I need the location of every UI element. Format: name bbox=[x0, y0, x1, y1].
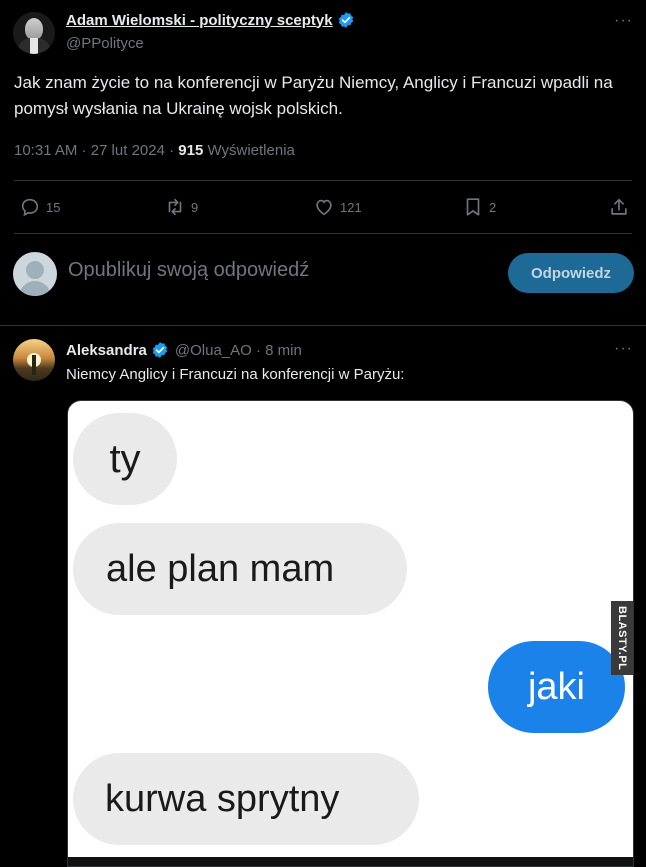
image-bottom-edge bbox=[68, 857, 633, 866]
verified-badge-icon bbox=[152, 342, 167, 358]
watermark: BLASTY.PL bbox=[611, 601, 633, 675]
divider bbox=[14, 233, 632, 234]
author-name[interactable]: Adam Wielomski - polityczny sceptyk bbox=[66, 12, 333, 29]
chat-bubble: ale plan mam bbox=[73, 523, 407, 615]
reply-author-name[interactable]: Aleksandra bbox=[66, 342, 147, 359]
bookmark-action[interactable]: 2 bbox=[462, 196, 496, 218]
views-count: 915 bbox=[178, 142, 204, 159]
reply-author-avatar[interactable] bbox=[13, 339, 55, 381]
author-avatar[interactable] bbox=[13, 12, 55, 54]
more-options-icon[interactable]: ··· bbox=[614, 340, 633, 358]
divider bbox=[0, 325, 646, 326]
chat-bubble: kurwa sprytny bbox=[73, 753, 419, 845]
tweet-timestamp[interactable]: 10:31 AM · 27 lut 2024 · bbox=[14, 142, 178, 159]
author-name-row: Adam Wielomski - polityczny sceptyk bbox=[66, 11, 355, 29]
reply-action[interactable]: 15 bbox=[19, 196, 60, 218]
share-action[interactable] bbox=[608, 196, 635, 218]
like-count: 121 bbox=[340, 199, 362, 215]
chat-bubble: jaki bbox=[488, 641, 625, 733]
views-label: Wyświetlenia bbox=[203, 142, 295, 159]
reply-text: Niemcy Anglicy i Francuzi na konferencji… bbox=[66, 366, 405, 383]
retweet-icon bbox=[168, 198, 182, 216]
more-options-icon[interactable]: ··· bbox=[614, 12, 633, 30]
reply-handle-time[interactable]: @Olua_AO · 8 min bbox=[175, 342, 302, 359]
reply-button[interactable]: Odpowiedz bbox=[508, 253, 634, 293]
heart-icon bbox=[316, 199, 332, 216]
tweet-text: Jak znam życie to na konferencji w Paryż… bbox=[14, 73, 613, 118]
verified-badge-icon bbox=[338, 12, 353, 28]
share-icon bbox=[611, 198, 627, 215]
author-handle[interactable]: @PPolityce bbox=[66, 35, 144, 52]
chat-bubble: ty bbox=[73, 413, 177, 505]
retweet-action[interactable]: 9 bbox=[164, 196, 198, 218]
reply-icon bbox=[21, 198, 39, 217]
reply-author-row: Aleksandra @Olua_AO · 8 min bbox=[66, 341, 302, 359]
tweet-meta: 10:31 AM · 27 lut 2024 · 915 Wyświetleni… bbox=[14, 142, 295, 159]
retweet-count: 9 bbox=[191, 199, 199, 215]
bookmark-icon bbox=[466, 198, 480, 216]
meme-image[interactable]: ty ale plan mam jaki kurwa sprytny BLAST… bbox=[67, 400, 634, 867]
reply-count: 15 bbox=[46, 199, 61, 215]
reply-input[interactable]: Opublikuj swoją odpowiedź bbox=[68, 259, 309, 282]
like-action[interactable]: 121 bbox=[313, 196, 362, 218]
user-avatar[interactable] bbox=[13, 252, 57, 296]
bookmark-count: 2 bbox=[489, 199, 497, 215]
divider bbox=[14, 180, 632, 181]
